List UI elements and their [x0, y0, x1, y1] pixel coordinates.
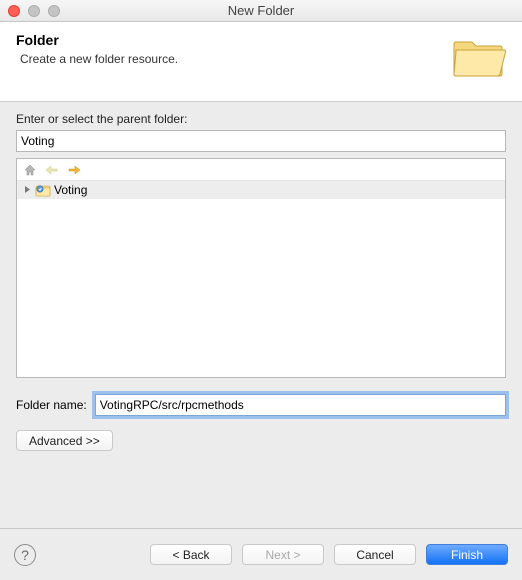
folder-name-input[interactable]: [95, 394, 506, 416]
header-heading: Folder: [16, 32, 178, 48]
help-icon[interactable]: ?: [14, 544, 36, 566]
minimize-window-button[interactable]: [28, 5, 40, 17]
folder-icon: [450, 32, 506, 80]
tree-pane[interactable]: Voting: [17, 181, 505, 377]
body-pane: Enter or select the parent folder:: [0, 102, 522, 451]
nav-back-icon[interactable]: [45, 164, 59, 176]
tree-item-voting[interactable]: Voting: [17, 181, 505, 199]
parent-folder-label: Enter or select the parent folder:: [16, 112, 506, 126]
header-description: Create a new folder resource.: [20, 52, 178, 66]
tree-toolbar: [17, 159, 505, 181]
titlebar: New Folder: [0, 0, 522, 22]
folder-name-row: Folder name:: [16, 394, 506, 416]
advanced-row: Advanced >>: [16, 430, 506, 451]
zoom-window-button[interactable]: [48, 5, 60, 17]
home-icon[interactable]: [23, 163, 37, 177]
header-text: Folder Create a new folder resource.: [16, 32, 178, 66]
parent-folder-input[interactable]: [16, 130, 506, 152]
nav-forward-icon[interactable]: [67, 164, 81, 176]
finish-button[interactable]: Finish: [426, 544, 508, 565]
cancel-button[interactable]: Cancel: [334, 544, 416, 565]
project-folder-icon: [35, 183, 51, 197]
folder-name-label: Folder name:: [16, 398, 87, 412]
close-window-button[interactable]: [8, 5, 20, 17]
folder-tree-container: Voting: [16, 158, 506, 378]
window-controls: [8, 5, 60, 17]
header-pane: Folder Create a new folder resource.: [0, 22, 522, 102]
back-button[interactable]: < Back: [150, 544, 232, 565]
next-button: Next >: [242, 544, 324, 565]
button-bar: ? < Back Next > Cancel Finish: [0, 528, 522, 580]
advanced-button[interactable]: Advanced >>: [16, 430, 113, 451]
chevron-right-icon[interactable]: [23, 185, 33, 195]
tree-item-label: Voting: [54, 183, 87, 197]
window-title: New Folder: [0, 3, 522, 18]
